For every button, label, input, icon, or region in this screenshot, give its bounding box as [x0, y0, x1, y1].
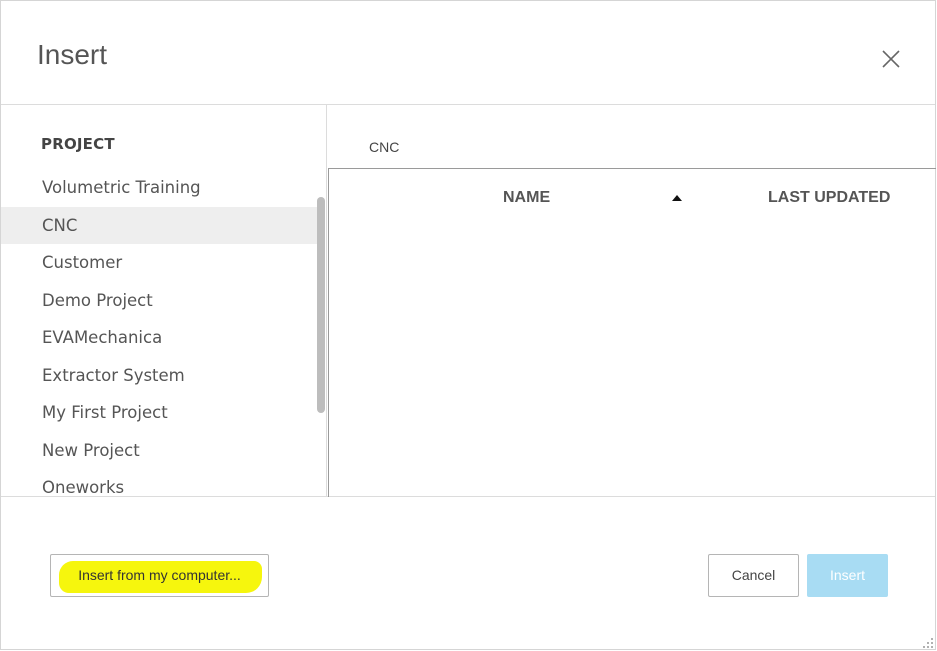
column-header-last-updated[interactable]: LAST UPDATED	[768, 189, 890, 207]
dialog-body: PROJECT Volumetric Training CNC Customer…	[1, 105, 936, 497]
content-title: CNC	[369, 139, 400, 155]
project-list: Volumetric Training CNC Customer Demo Pr…	[1, 169, 317, 497]
insert-button[interactable]: Insert	[807, 554, 888, 597]
sidebar-item-cnc[interactable]: CNC	[1, 206, 317, 244]
cancel-button[interactable]: Cancel	[708, 554, 799, 597]
sidebar-item-volumetric-training[interactable]: Volumetric Training	[1, 169, 317, 207]
sort-ascending-icon[interactable]	[671, 194, 683, 202]
sidebar-item-oneworks[interactable]: Oneworks	[1, 469, 317, 497]
column-header-name[interactable]: NAME	[503, 189, 550, 207]
close-icon	[882, 50, 900, 68]
close-button[interactable]	[877, 45, 905, 73]
sidebar-item-new-project[interactable]: New Project	[1, 432, 317, 470]
dialog-header: Insert	[1, 1, 935, 105]
sidebar-item-my-first-project[interactable]: My First Project	[1, 394, 317, 432]
project-content: CNC NAME LAST UPDATED	[328, 105, 936, 497]
insert-from-computer-label: Insert from my computer...	[78, 567, 241, 583]
dialog-title: Insert	[37, 39, 108, 70]
resize-grip-icon[interactable]	[922, 637, 934, 649]
sidebar-item-demo-project[interactable]: Demo Project	[1, 282, 317, 320]
project-sidebar: PROJECT Volumetric Training CNC Customer…	[1, 105, 327, 497]
insert-from-computer-button[interactable]: Insert from my computer...	[50, 554, 269, 597]
sidebar-item-customer[interactable]: Customer	[1, 244, 317, 282]
sidebar-item-extractor-system[interactable]: Extractor System	[1, 357, 317, 395]
file-table: NAME LAST UPDATED	[328, 168, 936, 497]
dialog-footer: Insert from my computer... Cancel Insert	[1, 498, 935, 651]
insert-dialog: Insert PROJECT Volumetric Training CNC C…	[0, 0, 936, 650]
sidebar-scrollbar-thumb[interactable]	[317, 197, 325, 413]
sidebar-heading: PROJECT	[41, 135, 115, 153]
sidebar-item-evamechanica[interactable]: EVAMechanica	[1, 319, 317, 357]
